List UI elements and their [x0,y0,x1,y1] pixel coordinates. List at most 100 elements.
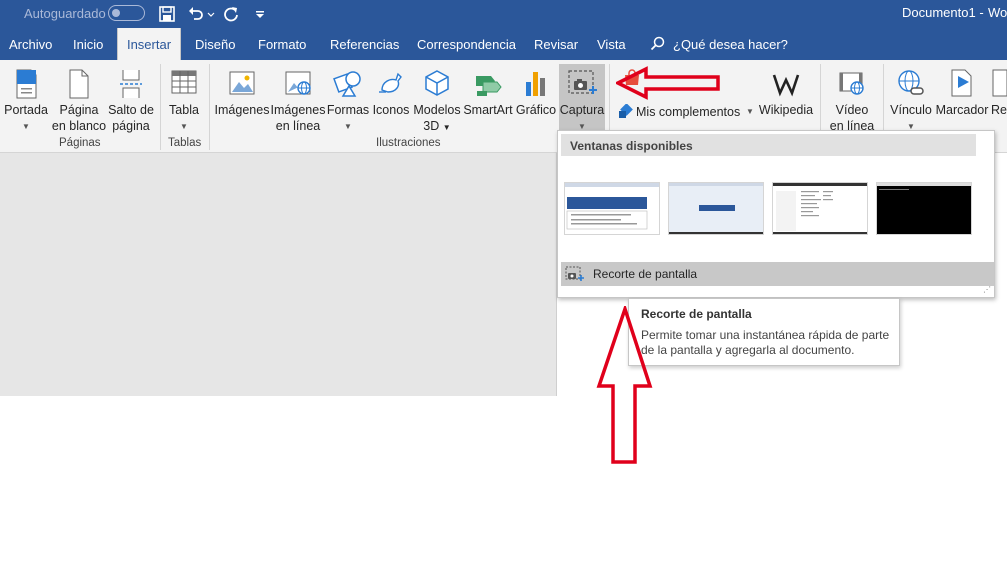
screen-clipping-icon [565,266,584,281]
imagenes-label: Imágenes [214,103,270,117]
group-label-paginas: Páginas [59,137,101,149]
customize-quick-access-icon[interactable] [254,4,266,24]
search-icon [650,36,665,51]
marcador-label: Marcador [935,103,989,117]
tab-revisar[interactable]: Revisar [534,28,578,60]
undo-icon[interactable] [187,4,205,24]
group-label-ilustraciones: Ilustraciones [376,137,441,149]
group-label-tablas: Tablas [168,137,202,149]
tab-archivo[interactable]: Archivo [9,28,52,60]
toggle-knob [112,9,120,17]
chart-icon [526,72,545,96]
tell-me-text: ¿Qué desea hacer? [673,37,788,52]
salto-label-line1: Salto de [108,103,154,117]
grafico-button[interactable]: Gráfico [516,64,556,148]
captura-button[interactable]: Captura ▼ [559,64,605,136]
bookmark-icon [951,69,972,97]
chevron-down-icon: ▼ [22,122,30,131]
wikipedia-label: Wikipedia [758,103,814,117]
document-title: Documento1 - [902,5,984,20]
video-label-line1: Vídeo [835,103,869,117]
formas-button[interactable]: Formas ▼ [327,64,369,148]
captura-dropdown: Ventanas disponibles Recorte de pantalla… [557,130,995,298]
chevron-down-icon: ▼ [442,123,451,132]
imagenes-linea-line2: en línea [275,119,321,133]
grafico-label: Gráfico [515,103,557,117]
document-background [0,153,556,396]
add-ins-icon [619,104,633,118]
tab-diseno[interactable]: Diseño [195,28,235,60]
iconos-button[interactable]: Iconos [372,64,410,148]
tabla-button[interactable]: Tabla ▼ [164,64,204,148]
cover-page-icon [16,69,37,99]
portada-button[interactable]: Portada ▼ [4,64,48,148]
cross-reference-icon [992,69,1007,97]
modelos-label-line2: 3D [423,119,440,133]
recorte-de-pantalla-item[interactable]: Recorte de pantalla [561,262,994,286]
redo-icon[interactable] [222,4,240,24]
window-thumbnail[interactable] [564,182,660,235]
window-thumbnail[interactable] [876,182,972,235]
title-bar: Autoguardado Documento1 - Wo [0,0,1007,28]
app-title: Wo [988,5,1007,20]
undo-dropdown-icon[interactable] [207,4,215,24]
tab-correspondencia[interactable]: Correspondencia [417,28,516,60]
smartart-icon [476,76,502,96]
smartart-label: SmartArt [463,103,513,117]
vinculo-label: Vínculo [890,103,932,117]
tooltip: Recorte de pantalla Permite tomar una in… [628,298,900,366]
tab-inicio[interactable]: Inicio [73,28,103,60]
captura-label: Captura [559,103,605,117]
referencia-label: Ref [991,103,1007,117]
blank-page-icon [69,69,89,99]
portada-label: Portada [4,103,48,117]
mis-complementos-button[interactable]: Mis complementos ▼ [614,102,754,124]
imagenes-linea-line1: Imágenes [270,103,326,117]
autosave-label: Autoguardado [24,6,106,21]
store-icon [625,69,639,85]
store-button[interactable] [614,64,650,96]
formas-label: Formas [326,103,370,117]
window-thumbnail[interactable] [668,182,764,235]
imagenes-en-linea-button[interactable]: Imágenes en línea [270,64,326,148]
salto-label-line2: página [112,119,150,133]
wikipedia-icon [772,74,800,97]
save-icon[interactable] [158,4,176,24]
tooltip-body: Permite tomar una instantánea rápida de … [641,328,890,357]
autosave-toggle[interactable] [108,5,145,21]
smartart-button[interactable]: SmartArt [463,64,513,148]
link-globe-icon [898,70,924,95]
salto-de-pagina-button[interactable]: Salto de página [108,64,154,148]
mis-complementos-label: Mis complementos [636,105,741,119]
ribbon-tabs: Archivo Inicio Insertar Diseño Formato R… [0,28,1007,60]
cube-3d-icon [425,70,449,96]
online-video-icon [839,72,864,95]
screenshot-camera-icon [568,70,597,94]
chevron-down-icon: ▼ [746,107,754,116]
table-icon [171,70,197,94]
pagina-en-blanco-button[interactable]: Página en blanco [51,64,107,148]
resize-grip-icon[interactable]: ⋰ [983,285,991,294]
page-break-icon [120,70,142,98]
tabla-label: Tabla [169,103,199,117]
ventanas-disponibles-header: Ventanas disponibles [561,134,976,156]
modelos-label-line1: Modelos [413,103,461,117]
tab-formato[interactable]: Formato [258,28,306,60]
window-thumbnail[interactable] [772,182,868,235]
icons-icon [379,72,402,93]
picture-icon [229,71,255,95]
tab-vista[interactable]: Vista [597,28,626,60]
imagenes-button[interactable]: Imágenes [215,64,269,148]
recorte-label: Recorte de pantalla [593,267,698,281]
tab-insertar[interactable]: Insertar [117,28,181,60]
tab-referencias[interactable]: Referencias [330,28,399,60]
shapes-icon [333,71,361,97]
chevron-down-icon: ▼ [180,122,188,131]
chevron-down-icon: ▼ [344,122,352,131]
online-picture-icon [285,71,311,95]
tooltip-title: Recorte de pantalla [641,307,752,321]
group-separator [209,64,210,150]
pagina-label-line2: en blanco [51,119,107,133]
modelos-3d-button[interactable]: Modelos 3D ▼ [413,64,461,148]
pagina-label-line1: Página [59,103,99,117]
